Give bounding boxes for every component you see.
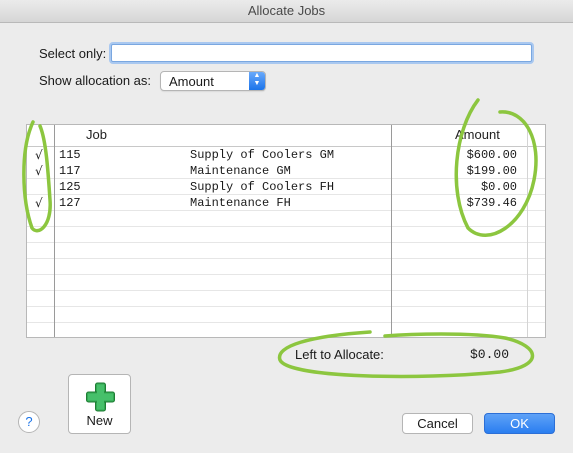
job-number: 117 [59,164,81,178]
job-description: Supply of Coolers GM [190,148,335,162]
job-amount[interactable]: $0.00 [481,180,517,194]
jobs-table[interactable]: Job Amount √ 115 Supply of Coolers GM $6… [26,124,546,338]
updown-arrows-icon: ▲ ▼ [249,72,265,90]
select-only-label: Select only: [39,46,107,61]
checkmark-icon[interactable]: √ [35,164,43,178]
left-to-allocate-label: Left to Allocate: [295,347,384,362]
table-header: Job Amount [27,125,545,147]
window-title: Allocate Jobs [0,0,573,23]
help-button[interactable]: ? [18,411,40,433]
job-number: 127 [59,196,81,210]
show-allocation-value: Amount [169,74,214,89]
job-description: Maintenance GM [190,164,291,178]
job-description: Maintenance FH [190,196,291,210]
column-header-job[interactable]: Job [86,127,107,142]
new-button[interactable]: New [68,374,131,434]
column-header-amount[interactable]: Amount [455,127,500,142]
show-allocation-select[interactable]: Amount ▲ ▼ [160,71,266,91]
job-number: 115 [59,148,81,162]
job-description: Supply of Coolers FH [190,180,335,194]
plus-icon [86,382,115,412]
job-amount[interactable]: $199.00 [467,164,517,178]
new-button-label: New [86,413,113,428]
job-amount[interactable]: $739.46 [467,196,517,210]
table-row[interactable]: √ 127 Maintenance FH $739.46 [27,195,545,211]
job-number: 125 [59,180,81,194]
table-row[interactable]: √ 117 Maintenance GM $199.00 [27,163,545,179]
cancel-button[interactable]: Cancel [402,413,473,434]
job-amount[interactable]: $600.00 [467,148,517,162]
left-to-allocate-value: $0.00 [470,347,510,362]
table-row[interactable]: 125 Supply of Coolers FH $0.00 [27,179,545,195]
checkmark-icon[interactable]: √ [35,196,43,210]
checkmark-icon[interactable]: √ [35,148,43,162]
ok-button[interactable]: OK [484,413,555,434]
show-allocation-label: Show allocation as: [39,73,152,88]
select-only-input[interactable] [111,44,532,62]
table-row[interactable]: √ 115 Supply of Coolers GM $600.00 [27,147,545,163]
